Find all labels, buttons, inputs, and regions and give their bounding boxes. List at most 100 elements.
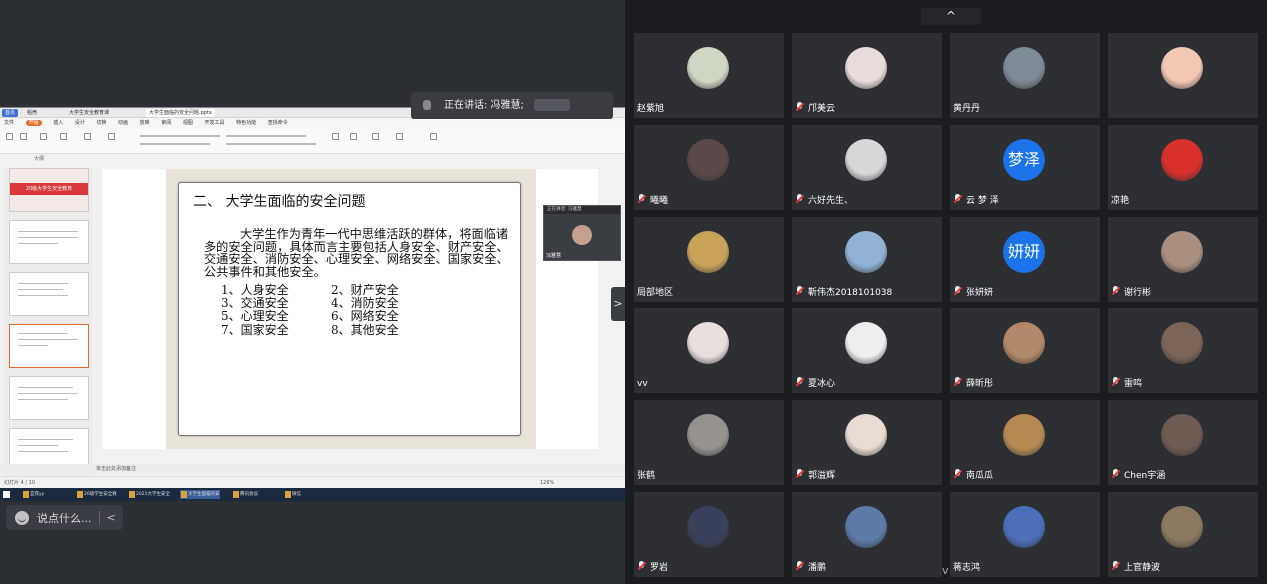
format-painter-icon[interactable] (40, 133, 47, 140)
menu-insert[interactable]: 插入 (53, 120, 63, 126)
slide-thumb-3[interactable] (9, 272, 89, 316)
chat-placeholder[interactable]: 说点什么... (37, 510, 92, 526)
avatar (1003, 414, 1045, 456)
arrange-icon[interactable] (372, 133, 379, 140)
chat-input-bar[interactable]: 说点什么... < (6, 505, 123, 530)
select-icon[interactable] (430, 133, 437, 140)
menu-search[interactable]: 查找命令 (268, 120, 288, 126)
slide-canvas[interactable]: 二、 大学生面临的安全问题 大学生作为青年一代中思维活跃的群体，将面临诸多的安全… (102, 169, 598, 449)
shape-icon[interactable] (350, 133, 357, 140)
taskbar-item[interactable]: 2021大学生安全 (128, 490, 170, 499)
participant-tile[interactable]: 局部地区 (634, 217, 784, 302)
participant-tile[interactable]: 上官静波 (1108, 492, 1258, 577)
participant-name-label: 罗岩 (650, 563, 669, 573)
participant-name: 张妍妍 (953, 285, 993, 298)
menu-home[interactable]: 开始 (25, 120, 42, 126)
section-icon[interactable] (108, 133, 115, 140)
replace-icon[interactable] (396, 133, 403, 140)
slide-thumb-4-active[interactable] (9, 324, 89, 368)
outline-tab[interactable]: 大纲 (34, 155, 44, 162)
participant-tile[interactable]: 梦泽云 梦 泽 (950, 125, 1100, 210)
layout-icon[interactable] (84, 133, 91, 140)
slide-thumb-5[interactable] (9, 376, 89, 420)
participant-tile[interactable]: vv (634, 308, 784, 393)
mic-muted-icon (637, 561, 646, 572)
speaking-indicator: 正在讲话: 冯雅慧; (411, 92, 613, 119)
taskbar-item[interactable]: 微信 (284, 490, 301, 499)
notes-bar[interactable]: 单击此处添加备注 (0, 464, 625, 474)
menu-file[interactable]: 文件 (4, 120, 14, 126)
slide-paragraph: 大学生作为青年一代中思维活跃的群体，将面临诸多的安全问题，具体而言主要包括人身安… (204, 228, 516, 278)
mic-muted-icon (795, 561, 804, 572)
paragraph-controls[interactable] (226, 135, 306, 137)
participant-tile[interactable]: 郭溢辉 (792, 400, 942, 485)
new-slide-icon[interactable] (60, 133, 67, 140)
participant-name: 张鹤 (637, 468, 655, 481)
taskbar-item[interactable]: 20级学生安全教 (76, 490, 117, 499)
participant-tile[interactable]: 妍妍 张妍妍 (950, 217, 1100, 302)
menu-view[interactable]: 视图 (183, 120, 193, 126)
participant-tile[interactable]: 南瓜瓜 (950, 400, 1100, 485)
menu-review[interactable]: 审阅 (161, 120, 171, 126)
participant-tile[interactable]: 邝美云 (792, 33, 942, 118)
speaker-mini-video[interactable]: 正在讲话: 冯雅慧 冯雅慧 (543, 205, 621, 261)
thumb-title: 20级大学生安全教育 (10, 183, 88, 195)
participant-name-label: 凉艳 (1111, 196, 1130, 206)
slide-thumb-1[interactable]: 20级大学生安全教育 (9, 168, 89, 212)
participant-gallery: ^ v 赵紫旭 邝美云 黄丹丹曦曦 六好先生、 梦泽云 梦 泽凉艳局部地区 靳伟杰2018… (625, 0, 1267, 584)
slide-thumb-2[interactable] (9, 220, 89, 264)
participant-tile[interactable]: 赵紫旭 (634, 33, 784, 118)
emoji-icon[interactable] (15, 510, 29, 525)
participant-tile[interactable]: 潘鹏 (792, 492, 942, 577)
wps-tab-docer[interactable]: 稻壳 (24, 109, 40, 117)
avatar (687, 506, 729, 548)
participant-tile[interactable]: 黄丹丹 (950, 33, 1100, 118)
cut-icon[interactable] (20, 133, 27, 140)
taskbar-item[interactable]: 大学生面临的安 (180, 490, 220, 499)
participant-tile[interactable]: 凉艳 (1108, 125, 1258, 210)
participant-tile[interactable]: 六好先生、 (792, 125, 942, 210)
avatar (572, 225, 592, 245)
wps-tab-doc2[interactable]: 大学生面临的安全问题.pptx (146, 109, 215, 117)
participant-name: 六好先生、 (795, 193, 853, 206)
menu-transition[interactable]: 切换 (96, 120, 106, 126)
chevron-down-icon[interactable]: v (942, 564, 949, 577)
menu-devtools[interactable]: 开发工具 (204, 120, 224, 126)
participant-tile[interactable]: 夏冰心 (792, 308, 942, 393)
participant-tile[interactable]: 罗岩 (634, 492, 784, 577)
paste-icon[interactable] (6, 133, 13, 140)
alignment-controls[interactable] (226, 143, 316, 145)
menu-slideshow[interactable]: 放映 (140, 120, 150, 126)
textbox-icon[interactable] (332, 133, 339, 140)
menu-animation[interactable]: 动画 (118, 120, 128, 126)
participant-tile[interactable]: 靳伟杰2018101038 (792, 217, 942, 302)
participant-tile[interactable]: 蒋志鸿 (950, 492, 1100, 577)
participant-tile[interactable]: 薛昕彤 (950, 308, 1100, 393)
font-controls[interactable] (140, 135, 220, 137)
avatar (1161, 506, 1203, 548)
wps-tab-home[interactable]: 首页 (2, 109, 19, 117)
participant-name: 曦曦 (637, 193, 668, 206)
menu-features[interactable]: 特色功能 (236, 120, 256, 126)
participant-name: 靳伟杰2018101038 (795, 285, 892, 298)
menu-design[interactable]: 设计 (75, 120, 85, 126)
blurred-avatars (533, 99, 570, 111)
wps-tab-doc1[interactable]: 大学生安全教育课 (66, 109, 112, 117)
taskbar-item[interactable]: 宜宾yy (22, 490, 44, 499)
chat-collapse-button[interactable]: < (107, 511, 116, 524)
participant-tile[interactable]: 雷鸣 (1108, 308, 1258, 393)
participant-name: 蒋志鸿 (953, 560, 980, 573)
taskbar-item[interactable]: 腾讯会议 (232, 490, 258, 499)
collapse-panel-button[interactable]: > (611, 287, 625, 321)
participant-tile[interactable]: Chen宇涵 (1108, 400, 1258, 485)
windows-start-icon[interactable] (3, 491, 10, 498)
list-item: 5、心理安全 (221, 309, 289, 324)
mic-muted-icon (637, 194, 646, 205)
participant-tile[interactable] (1108, 33, 1258, 118)
participant-tile[interactable]: 张鹤 (634, 400, 784, 485)
wps-statusbar: 幻灯片 4 / 10 126% (0, 476, 625, 488)
participant-tile[interactable]: 曦曦 (634, 125, 784, 210)
font-style-controls[interactable] (140, 143, 210, 145)
chevron-up-icon[interactable]: ^ (921, 8, 981, 25)
participant-tile[interactable]: 谢行彬 (1108, 217, 1258, 302)
